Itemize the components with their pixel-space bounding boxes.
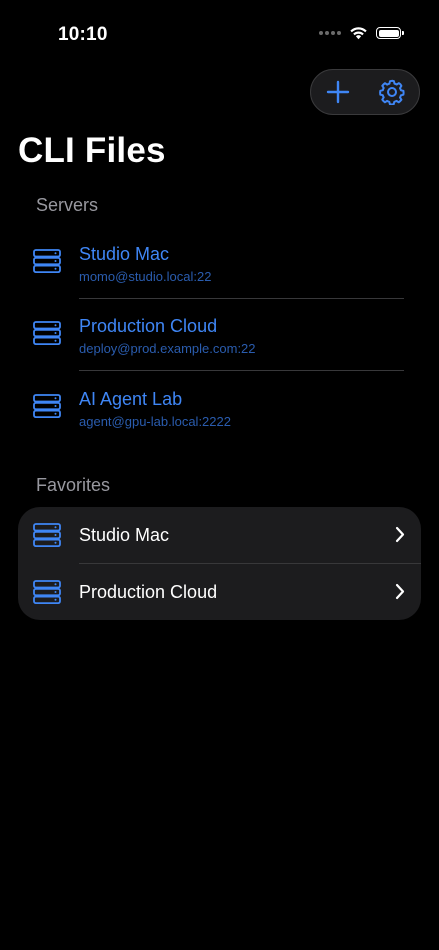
chevron-right-icon [395,583,405,600]
favorite-name: Studio Mac [79,525,170,545]
row-divider [79,370,404,371]
settings-button[interactable] [372,72,412,112]
server-icon [33,249,61,273]
server-address: agent@gpu-lab.local:2222 [79,414,231,429]
page-title: CLI Files [18,131,166,170]
server-name: AI Agent Lab [79,389,183,409]
server-row-studio-mac[interactable]: Studio Mac momo@studio.local:22 [20,234,404,306]
server-row-ai-agent-lab[interactable]: AI Agent Lab agent@gpu-lab.local:2222 [20,379,404,451]
server-name: Studio Mac [79,244,170,264]
cellular-signal-icon [319,31,341,35]
server-address: deploy@prod.example.com:22 [79,341,256,356]
status-time: 10:10 [58,24,108,45]
servers-section-header: Servers [36,195,99,215]
toolbar [310,69,420,115]
chevron-right-icon [395,526,405,543]
favorites-list: Studio Mac Production Cloud [18,507,421,620]
server-row-production-cloud[interactable]: Production Cloud deploy@prod.example.com… [20,306,404,378]
favorite-name: Production Cloud [79,582,218,602]
plus-icon [326,80,350,104]
server-icon [33,321,61,345]
server-name: Production Cloud [79,316,218,336]
favorite-row-production-cloud[interactable]: Production Cloud [18,564,421,620]
server-icon [33,523,61,547]
row-divider [79,298,404,299]
screen: 10:10 CLI Files Servers Studio Mac momo@… [0,0,439,950]
favorites-section-header: Favorites [36,475,111,495]
server-icon [33,394,61,418]
server-address: momo@studio.local:22 [79,269,212,284]
battery-icon [376,27,404,39]
status-icons [319,26,404,40]
wifi-icon [350,27,367,40]
add-server-button[interactable] [318,72,358,112]
server-icon [33,580,61,604]
favorite-row-studio-mac[interactable]: Studio Mac [18,507,421,563]
gear-icon [379,79,405,105]
